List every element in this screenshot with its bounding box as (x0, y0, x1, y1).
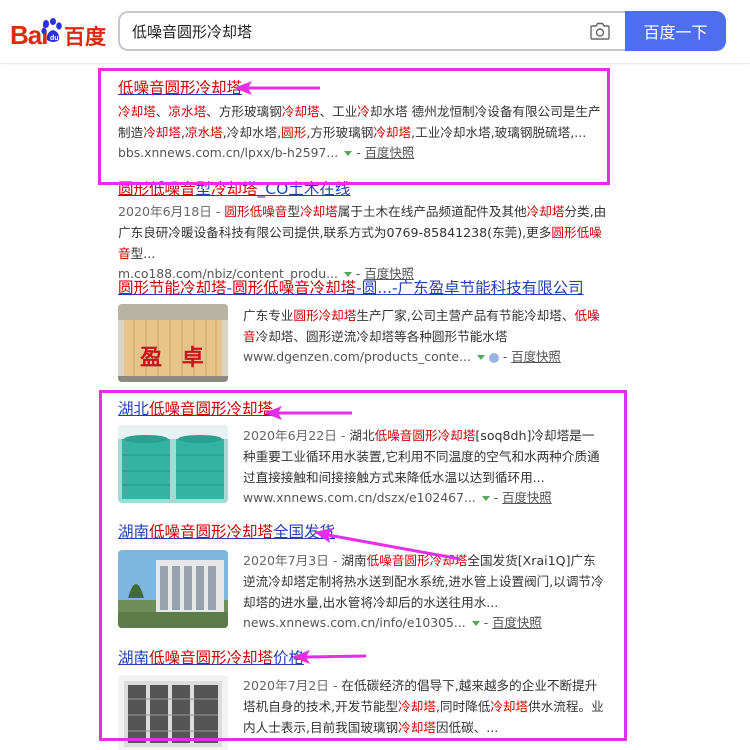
search-header: Bai du 百度 百度一下 (0, 0, 750, 64)
highlighted-keyword: 圆形低噪音冷却塔 (232, 279, 357, 297)
text-segment: 2020年6月18日 - (118, 204, 225, 219)
annotation-arrow (264, 406, 352, 420)
result-thumbnail[interactable]: 盈 卓 (118, 304, 228, 382)
result-abstract: 广东专业圆形冷却塔生产厂家,公司主营产品有节能冷却塔、低噪音冷却塔、圆形逆流冷却… (243, 305, 603, 347)
annotation-arrow (234, 81, 320, 95)
chevron-down-icon[interactable] (476, 355, 485, 360)
highlighted-keyword: 圆形节能 (118, 279, 181, 297)
annotation-arrow (292, 650, 367, 664)
highlight-box (98, 68, 610, 185)
highlight-box (99, 390, 627, 741)
result-url: www.dgenzen.com/products_conte... - 百度快照 (243, 349, 561, 364)
svg-text:du: du (50, 35, 59, 42)
text-segment: 广东专业 (243, 308, 294, 323)
text-segment: 生产厂家,公司主营产品有节能冷却塔、 (356, 308, 575, 323)
result-url-text[interactable]: www.dgenzen.com/products_conte... (243, 349, 471, 364)
search-box[interactable] (118, 11, 626, 51)
baidu-logo[interactable]: Bai du 百度 (10, 12, 106, 52)
thumbnail-logo-text: 盈 卓 (140, 345, 210, 371)
result-item: 圆形低噪音型冷却塔_CO土木在线 2020年6月18日 - 圆形低噪音型冷却塔属… (118, 179, 608, 284)
paw-icon: du (41, 18, 62, 42)
text-segment: 型 (287, 204, 300, 219)
result-item: 圆形节能冷却塔-圆形低噪音冷却塔-圆...-广东盈卓节能科技有限公司 盈 卓 广… (118, 278, 608, 384)
result-abstract: 2020年6月18日 - 圆形低噪音型冷却塔属于土木在线产品频道配件及其他冷却塔… (118, 201, 608, 264)
text-segment: 属于土木在线产品频道配件及其他 (337, 204, 527, 219)
highlighted-keyword: 冷却塔 (526, 204, 565, 219)
chevron-down-icon[interactable] (343, 272, 352, 277)
highlighted-keyword: 冷却塔 (299, 204, 338, 219)
text-segment: 型... (130, 246, 156, 261)
search-input[interactable] (132, 13, 572, 49)
logo-chinese: 百度 (64, 25, 106, 49)
annotation-arrow (314, 528, 461, 561)
search-button[interactable]: 百度一下 (625, 11, 726, 51)
camera-icon[interactable] (590, 22, 610, 40)
highlighted-keyword: 圆形低噪音 (224, 204, 288, 219)
highlighted-keyword: 圆形 (293, 308, 319, 323)
verified-icon (488, 352, 499, 363)
snapshot-link[interactable]: 百度快照 (511, 349, 561, 364)
highlighted-keyword: 冷却塔 (318, 308, 357, 323)
text-segment: -圆...-广东盈卓节能科技有限公司 (356, 279, 584, 297)
highlighted-keyword: 冷却塔 (180, 279, 227, 297)
text-segment: 冷却塔、圆形逆流冷却塔等各种圆形节能水塔 (255, 329, 508, 344)
result-title[interactable]: 圆形节能冷却塔-圆形低噪音冷却塔-圆...-广东盈卓节能科技有限公司 (118, 278, 608, 298)
